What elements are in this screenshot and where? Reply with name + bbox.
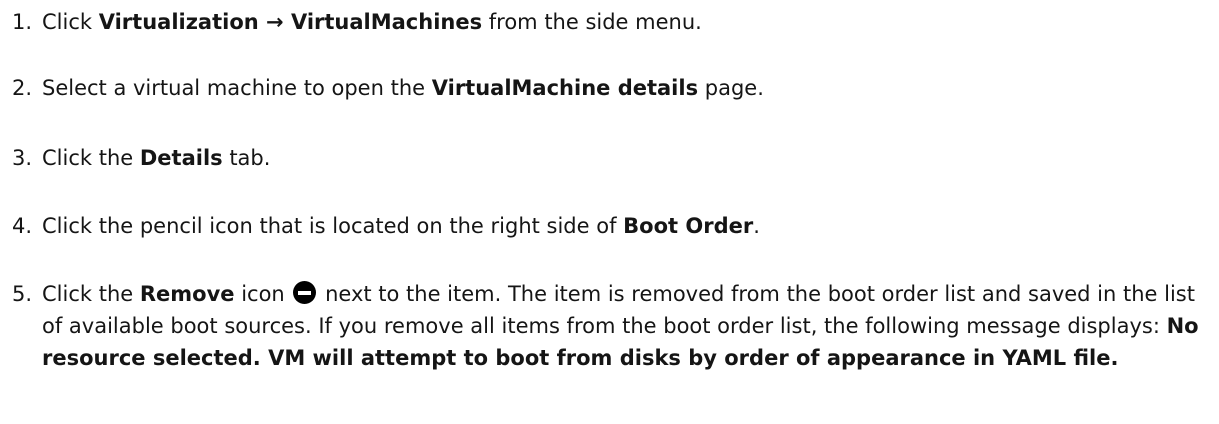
text-segment: Select a virtual machine to open the <box>42 76 432 100</box>
text-segment: Click the pencil icon that is located on… <box>42 214 624 238</box>
procedure-steps: 1. Click Virtualization → VirtualMachine… <box>0 0 1219 424</box>
minus-circle-icon <box>293 281 317 304</box>
text-segment: from the side menu. <box>482 10 702 34</box>
text-segment: page. <box>698 76 764 100</box>
tab-name: Details <box>139 146 223 170</box>
page-name: VirtualMachine details <box>431 76 699 100</box>
text-segment: Click <box>42 10 99 34</box>
menu-path: Virtualization → VirtualMachines <box>98 10 483 34</box>
field-name: Boot Order <box>623 214 754 238</box>
text-segment: Click the <box>42 282 140 306</box>
step-text: Click Virtualization → VirtualMachines f… <box>42 6 1202 38</box>
text-segment: . <box>753 214 760 238</box>
step-text: Click the Details tab. <box>42 142 1202 174</box>
step-text: Click the pencil icon that is located on… <box>42 210 1202 242</box>
text-segment: Click the <box>42 146 140 170</box>
text-segment: tab. <box>222 146 271 170</box>
text-segment: icon <box>234 282 292 306</box>
step-text: Select a virtual machine to open the Vir… <box>42 72 1202 104</box>
action-name: Remove <box>139 282 235 306</box>
step-text: Click the Remove icon next to the item. … <box>42 278 1202 374</box>
